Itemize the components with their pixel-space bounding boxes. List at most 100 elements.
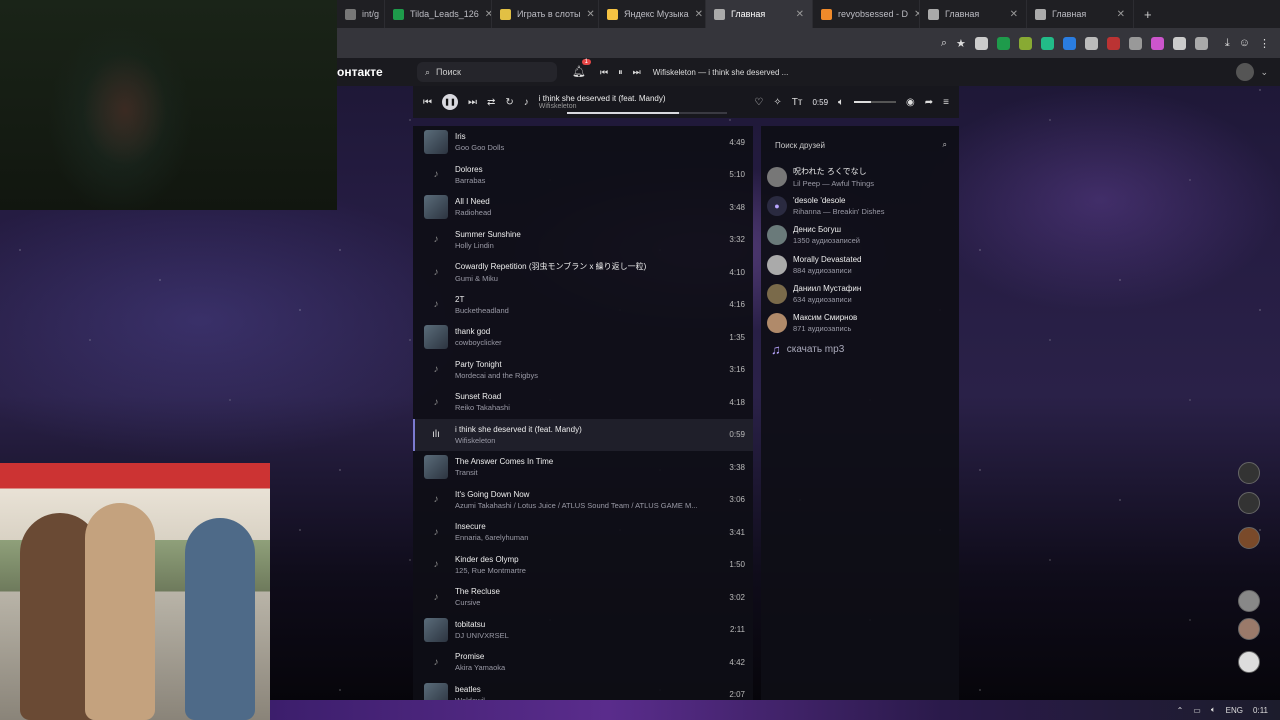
track-row[interactable]: tobitatsu DJ UNIVXRSEL 2:11 xyxy=(413,614,753,647)
browser-tab[interactable]: Tilda_Leads_126 ✕ xyxy=(385,0,492,28)
friend-item[interactable]: 呪われた ろくでなし Lil Peep — Awful Things xyxy=(761,162,959,191)
track-artist[interactable]: Mordecai and the Rigbys xyxy=(455,371,710,380)
language-indicator[interactable]: ENG xyxy=(1226,706,1243,715)
track-row[interactable]: ♪ Insecure Ennaria, 6arelyhuman 3:41 xyxy=(413,516,753,549)
track-artist[interactable]: Holly Lindin xyxy=(455,241,710,250)
chevron-down-icon[interactable]: ⌄ xyxy=(1260,67,1268,78)
browser-tab[interactable]: Играть в слоты ✕ xyxy=(492,0,599,28)
chat-bubble[interactable] xyxy=(1238,651,1260,673)
dislike-icon[interactable]: ♡ xyxy=(754,97,763,108)
volume-slider[interactable] xyxy=(854,101,897,103)
friend-item[interactable]: Денис Богуш 1350 аудиозаписей xyxy=(761,221,959,250)
track-artist[interactable]: cowboyclicker xyxy=(455,338,710,347)
profile-icon[interactable]: ☺ xyxy=(1239,37,1250,49)
network-icon[interactable]: ▭ xyxy=(1193,706,1201,715)
close-icon[interactable]: ✕ xyxy=(695,9,703,20)
download-mp3-link[interactable]: ♫ скачать mp3 xyxy=(771,342,959,357)
track-row[interactable]: ♪ Kinder des Olymp 125, Rue Montmartre 1:50 xyxy=(413,549,753,582)
track-artist[interactable]: Goo Goo Dolls xyxy=(455,143,710,152)
extension-icon[interactable] xyxy=(1150,36,1164,50)
pause-button[interactable]: ❚❚ xyxy=(442,94,458,110)
track-artist[interactable]: Radiohead xyxy=(455,208,710,217)
chat-bubble[interactable] xyxy=(1238,590,1260,612)
browser-tab[interactable]: Главная ✕ xyxy=(706,0,813,28)
close-icon[interactable]: ✕ xyxy=(796,9,804,20)
friend-item[interactable]: ● 'desole 'desole Rihanna — Breakin' Dishe… xyxy=(761,191,959,220)
extension-icon[interactable] xyxy=(974,36,988,50)
prev-icon[interactable]: ⏮ xyxy=(600,67,608,78)
track-row[interactable]: ♪ 2T Bucketheadland 4:16 xyxy=(413,289,753,322)
repeat-icon[interactable]: ↻ xyxy=(505,97,513,108)
track-artist[interactable]: Wifiskeleton xyxy=(455,436,710,445)
track-row[interactable]: thank god cowboyclicker 1:35 xyxy=(413,321,753,354)
extension-icon[interactable] xyxy=(1128,36,1142,50)
extension-icon[interactable] xyxy=(1018,36,1032,50)
track-artist[interactable]: Azumi Takahashi / Lotus Juice / ATLUS So… xyxy=(455,501,710,510)
extension-icon[interactable] xyxy=(1062,36,1076,50)
track-artist[interactable]: 125, Rue Montmartre xyxy=(455,566,710,575)
friends-search-input[interactable]: Поиск друзей ⌕ xyxy=(767,134,953,156)
track-artist[interactable]: DJ UNIVXRSEL xyxy=(455,631,710,640)
next-icon[interactable]: ⏭ xyxy=(468,97,477,108)
extensions-puzzle-icon[interactable] xyxy=(1194,36,1208,50)
friend-item[interactable]: Morally Devastated 884 аудиозаписи xyxy=(761,250,959,279)
track-artist[interactable]: Ennaria, 6arelyhuman xyxy=(455,533,710,542)
close-icon[interactable]: ✕ xyxy=(586,9,594,20)
track-artist[interactable]: Cursive xyxy=(455,598,710,607)
track-row[interactable]: ♪ Party Tonight Mordecai and the Rigbys 3:1… xyxy=(413,354,753,387)
zoom-icon[interactable]: ⌕ xyxy=(941,37,947,50)
vk-logo[interactable]: онтакте xyxy=(337,65,407,79)
track-row[interactable]: ♪ The Recluse Cursive 3:02 xyxy=(413,581,753,614)
menu-icon[interactable]: ⋮ xyxy=(1259,37,1270,50)
equalizer-icon[interactable]: ≡ xyxy=(943,97,949,108)
track-artist[interactable]: Bucketheadland xyxy=(455,306,710,315)
volume-icon[interactable]: 🔈︎ xyxy=(838,97,844,108)
extension-icon[interactable] xyxy=(996,36,1010,50)
track-row[interactable]: ♪ Sunset Road Reiko Takahashi 4:18 xyxy=(413,386,753,419)
track-artist[interactable]: Transit xyxy=(455,468,710,477)
now-playing-text[interactable]: Wifiskeleton — i think she deserved ... xyxy=(653,68,789,77)
chat-bubble[interactable] xyxy=(1238,618,1260,640)
search-input[interactable]: ⌕ Поиск xyxy=(417,62,557,82)
player-track-artist[interactable]: Wifiskeleton xyxy=(539,103,699,110)
volume-icon[interactable]: 🔈︎ xyxy=(1211,705,1216,715)
track-artist[interactable]: Barrabas xyxy=(455,176,710,185)
broadcast-icon[interactable]: ◉ xyxy=(906,97,915,108)
lyrics-icon[interactable]: Tт xyxy=(792,97,803,108)
track-row[interactable]: ♪ Promise Akira Yamaoka 4:42 xyxy=(413,646,753,679)
tray-up-icon[interactable]: ⌃ xyxy=(1177,706,1184,715)
extension-icon[interactable] xyxy=(1040,36,1054,50)
new-tab-button[interactable]: + xyxy=(1144,7,1152,22)
friend-item[interactable]: Даниил Мустафин 634 аудиозаписи xyxy=(761,279,959,308)
notifications-button[interactable]: 🔔︎ 1 xyxy=(572,59,591,79)
track-artist[interactable]: Reiko Takahashi xyxy=(455,403,710,412)
close-icon[interactable]: ✕ xyxy=(1117,9,1125,20)
chat-bubble[interactable] xyxy=(1238,492,1260,514)
extension-icon[interactable] xyxy=(1106,36,1120,50)
share-icon[interactable]: ➦ xyxy=(925,97,933,108)
download-icon[interactable]: ⤓ xyxy=(1225,37,1230,50)
close-icon[interactable]: ✕ xyxy=(1010,9,1018,20)
shuffle-icon[interactable]: ⇄ xyxy=(487,97,495,108)
browser-tab[interactable]: int/g✕ xyxy=(337,0,385,28)
browser-tab[interactable]: Яндекс Музыка ✕ xyxy=(599,0,706,28)
track-row[interactable]: ♪ It's Going Down Now Azumi Takahashi / Lo… xyxy=(413,484,753,517)
chat-bubble[interactable] xyxy=(1238,462,1260,484)
track-row[interactable]: Iris Goo Goo Dolls 4:49 xyxy=(413,126,753,159)
prev-icon[interactable]: ⏮ xyxy=(423,97,432,108)
track-artist[interactable]: Gumi & Miku xyxy=(455,274,710,283)
next-icon[interactable]: ⏭ xyxy=(633,67,641,78)
track-row[interactable]: ılı i think she deserved it (feat. Mandy)… xyxy=(413,418,753,451)
clock[interactable]: 0:11 xyxy=(1253,706,1268,715)
chat-bubble[interactable] xyxy=(1238,527,1260,549)
bookmark-star-icon[interactable]: ★ xyxy=(956,37,966,50)
avatar[interactable] xyxy=(1236,63,1255,81)
extension-icon[interactable] xyxy=(1084,36,1098,50)
browser-tab[interactable]: revyobsessed - D✕ xyxy=(813,0,920,28)
friend-item[interactable]: Максим Смирнов 871 аудиозапись xyxy=(761,308,959,337)
progress-bar[interactable] xyxy=(567,112,727,114)
close-icon[interactable]: ✕ xyxy=(485,9,491,20)
track-row[interactable]: The Answer Comes In Time Transit 3:38 xyxy=(413,451,753,484)
track-artist[interactable]: Akira Yamaoka xyxy=(455,663,710,672)
browser-tab[interactable]: Главная ✕ xyxy=(1027,0,1134,28)
